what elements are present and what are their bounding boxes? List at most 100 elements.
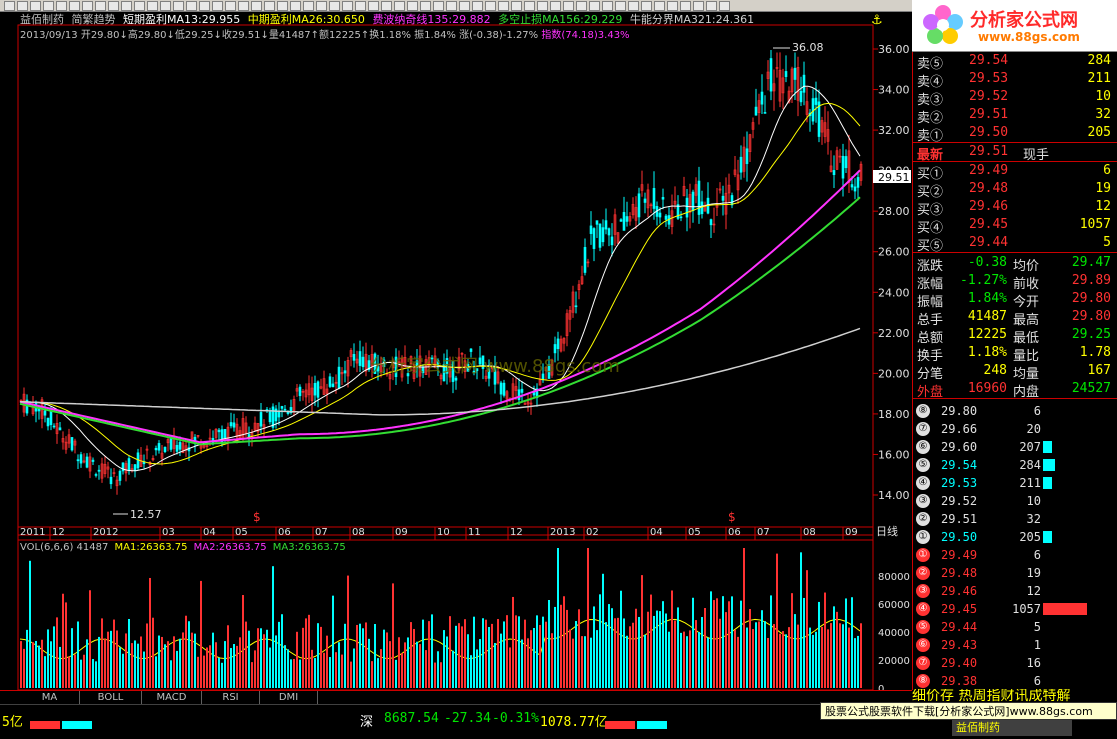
toolbar-button[interactable] — [82, 1, 93, 11]
toolbar-button[interactable] — [654, 1, 665, 11]
toolbar-button[interactable] — [511, 1, 522, 11]
volume-bar — [371, 661, 373, 688]
ask-row[interactable]: 卖④ 29.53 211 — [913, 70, 1117, 90]
candle-body — [622, 212, 626, 231]
dividend-mark[interactable]: $ — [728, 510, 736, 524]
toolbar-button[interactable] — [641, 1, 652, 11]
volume-bar — [470, 655, 472, 688]
volume-bar — [725, 612, 727, 688]
tab-dmi[interactable]: DMI — [260, 691, 318, 704]
toolbar-button[interactable] — [303, 1, 314, 11]
tick-index: ⑥ — [916, 638, 930, 652]
candles[interactable] — [19, 49, 863, 495]
toolbar-button[interactable] — [212, 1, 223, 11]
toolbar-button[interactable] — [563, 1, 574, 11]
toolbar-button[interactable] — [667, 1, 678, 11]
stat-value: 1.18% — [967, 345, 1007, 360]
volume-bar — [782, 631, 784, 688]
toolbar-button[interactable] — [602, 1, 613, 11]
toolbar-button[interactable] — [394, 1, 405, 11]
index-name[interactable]: 深 — [360, 711, 373, 730]
volume-bar — [692, 597, 694, 688]
toolbar-button[interactable] — [498, 1, 509, 11]
toolbar-button[interactable] — [56, 1, 67, 11]
toolbar-button[interactable] — [550, 1, 561, 11]
candle-body — [685, 197, 689, 218]
toolbar-button[interactable] — [290, 1, 301, 11]
toolbar-button[interactable] — [69, 1, 80, 11]
tab-ma[interactable]: MA — [20, 691, 80, 704]
ask-row[interactable]: 卖③ 29.52 10 — [913, 88, 1117, 108]
time-axis-label: 09 — [845, 527, 858, 538]
toolbar-button[interactable] — [17, 1, 28, 11]
ask-row[interactable]: 卖⑤ 29.54 284 — [913, 52, 1117, 72]
toolbar-button[interactable] — [433, 1, 444, 11]
volume-bars[interactable] — [20, 548, 862, 688]
toolbar-button[interactable] — [225, 1, 236, 11]
kline-chart[interactable]: 36.0034.0032.0030.0028.0026.0024.0022.00… — [0, 12, 912, 690]
toolbar-button[interactable] — [576, 1, 587, 11]
bid-row[interactable]: 买⑤ 29.44 5 — [913, 234, 1117, 254]
toolbar-button[interactable] — [264, 1, 275, 11]
toolbar-button[interactable] — [199, 1, 210, 11]
toolbar-button[interactable] — [95, 1, 106, 11]
tab-boll[interactable]: BOLL — [80, 691, 142, 704]
tab-rsi[interactable]: RSI — [202, 691, 260, 704]
tab-macd[interactable]: MACD — [142, 691, 202, 704]
ask-row[interactable]: 卖① 29.50 205 — [913, 124, 1117, 144]
toolbar-button[interactable] — [706, 1, 717, 11]
ad-banner[interactable]: 股票公式股票软件下载[分析家公式网]www.88gs.com — [820, 702, 1117, 720]
toolbar-button[interactable] — [355, 1, 366, 11]
bid-row[interactable]: 买④ 29.45 1057 — [913, 216, 1117, 236]
news-ticker[interactable]: 细价存 热周指财讯成特解 — [912, 689, 1117, 703]
toolbar-button[interactable] — [368, 1, 379, 11]
toolbar-button[interactable] — [693, 1, 704, 11]
toolbar-button[interactable] — [43, 1, 54, 11]
stock-tag[interactable]: 益佰制药 — [952, 720, 1072, 736]
toolbar-button[interactable] — [30, 1, 41, 11]
toolbar-button[interactable] — [147, 1, 158, 11]
toolbar-button[interactable] — [472, 1, 483, 11]
toolbar-button[interactable] — [407, 1, 418, 11]
volume-bar — [791, 593, 793, 688]
toolbar-button[interactable] — [173, 1, 184, 11]
toolbar-button[interactable] — [459, 1, 470, 11]
bid-row[interactable]: 买① 29.49 6 — [913, 162, 1117, 182]
toolbar-button[interactable] — [381, 1, 392, 11]
dividend-mark[interactable]: $ — [253, 510, 261, 524]
toolbar-button[interactable] — [316, 1, 327, 11]
kline-chart-panel[interactable]: 36.0034.0032.0030.0028.0026.0024.0022.00… — [0, 12, 912, 690]
toolbar-button[interactable] — [329, 1, 340, 11]
volume-bar — [227, 625, 229, 688]
toolbar-button[interactable] — [277, 1, 288, 11]
site-logo[interactable]: 分析家公式网 www.88gs.com — [912, 0, 1117, 52]
toolbar-button[interactable] — [160, 1, 171, 11]
toolbar-button[interactable] — [251, 1, 262, 11]
toolbar-button[interactable] — [186, 1, 197, 11]
toolbar-button[interactable] — [680, 1, 691, 11]
anchor-icon[interactable]: ⚓ — [871, 13, 883, 28]
toolbar-button[interactable] — [628, 1, 639, 11]
toolbar-button[interactable] — [4, 1, 15, 11]
toolbar-button[interactable] — [524, 1, 535, 11]
tick-index: ⑧ — [916, 674, 930, 688]
toolbar-button[interactable] — [238, 1, 249, 11]
toolbar-button[interactable] — [719, 1, 730, 11]
volume-bar — [542, 616, 544, 688]
toolbar-button[interactable] — [589, 1, 600, 11]
toolbar-button[interactable] — [134, 1, 145, 11]
toolbar-button[interactable] — [342, 1, 353, 11]
ask-row[interactable]: 卖② 29.51 32 — [913, 106, 1117, 126]
toolbar-button[interactable] — [615, 1, 626, 11]
toolbar-button[interactable] — [537, 1, 548, 11]
toolbar-button[interactable] — [446, 1, 457, 11]
bid-row[interactable]: 买② 29.48 19 — [913, 180, 1117, 200]
bid-row[interactable]: 买③ 29.46 12 — [913, 198, 1117, 218]
toolbar-button[interactable] — [420, 1, 431, 11]
toolbar-button[interactable] — [485, 1, 496, 11]
volume-bar — [587, 548, 589, 688]
toolbar-button[interactable] — [121, 1, 132, 11]
volume-bar — [737, 636, 739, 688]
period-label[interactable]: 日线 — [876, 524, 898, 538]
toolbar-button[interactable] — [108, 1, 119, 11]
